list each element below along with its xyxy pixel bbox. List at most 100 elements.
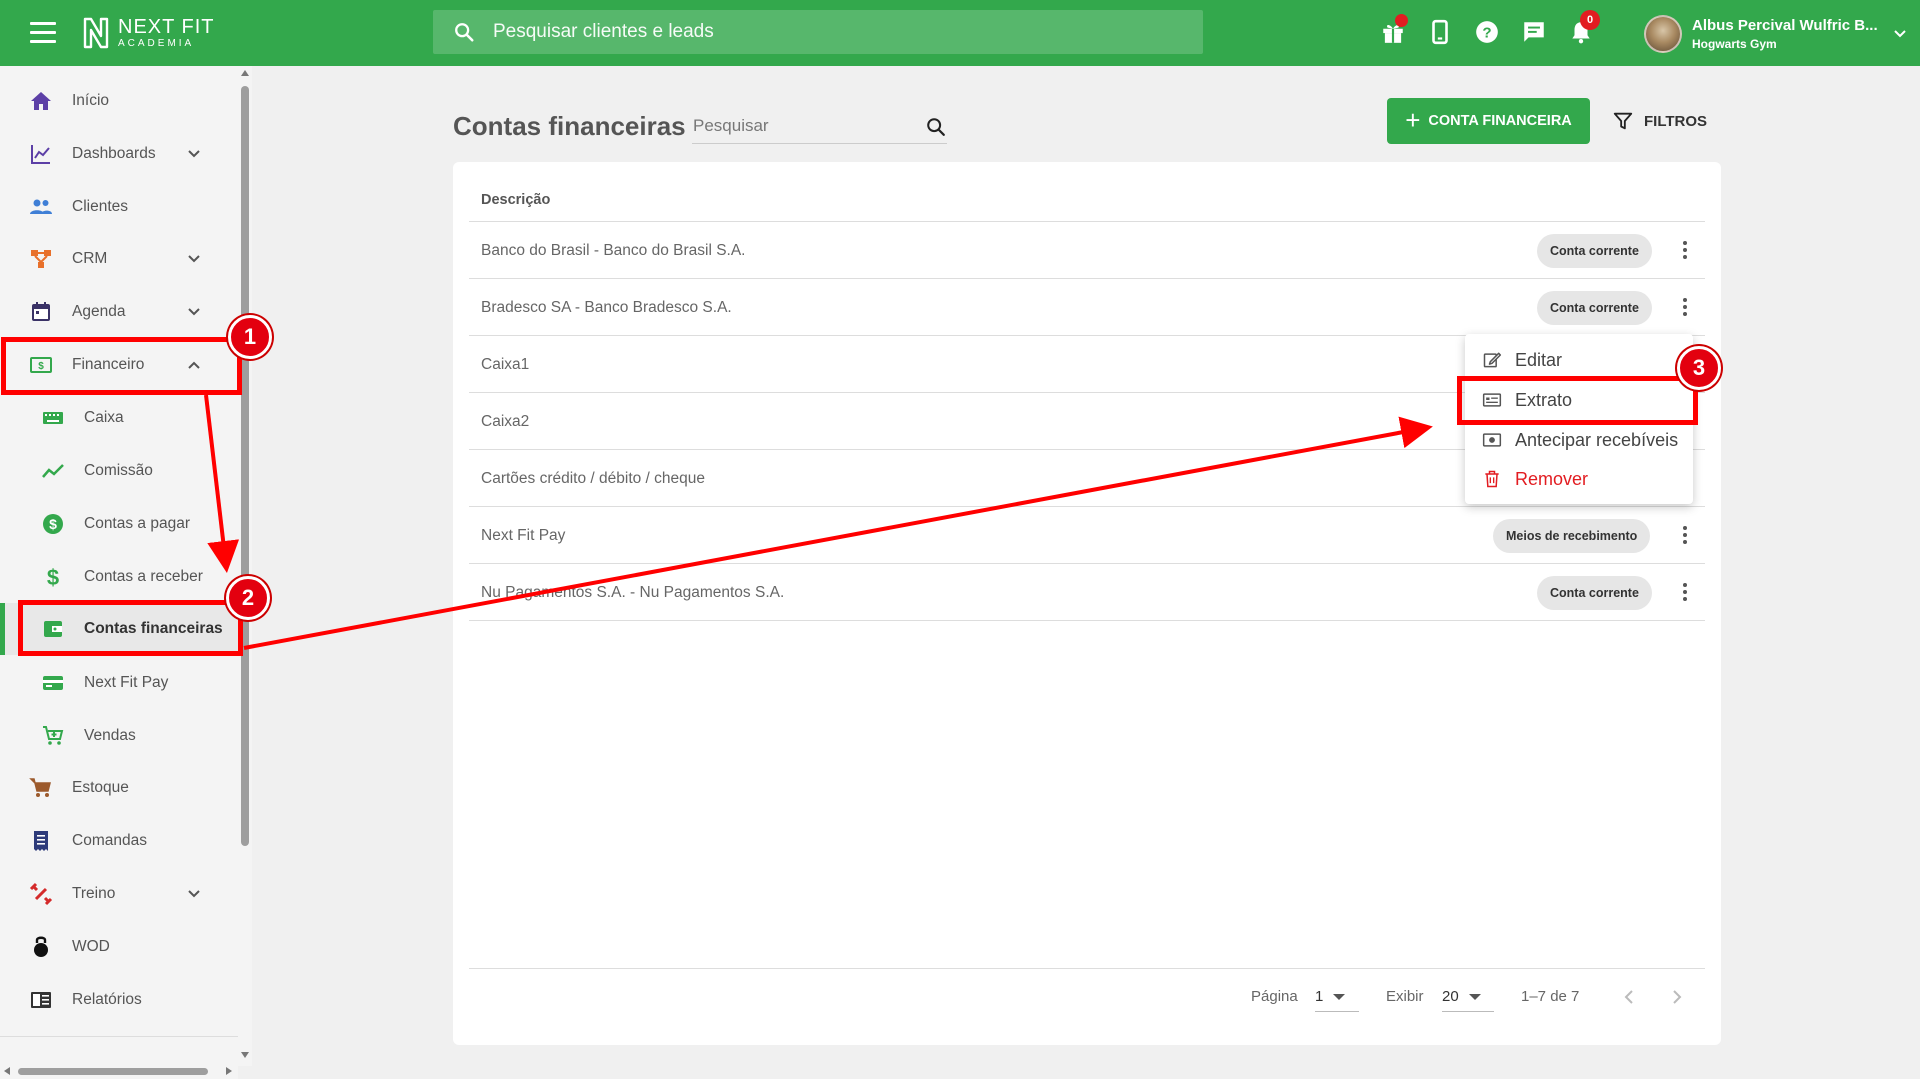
menu-icon[interactable]	[30, 22, 56, 44]
page-size-select[interactable]: 20	[1442, 982, 1494, 1012]
scroll-left-arrow-icon[interactable]	[4, 1067, 10, 1075]
sidebar-item-label: WOD	[72, 938, 110, 955]
top-bar: NEXT FIT ACADEMIA Pesquisar clientes e l…	[0, 0, 1920, 66]
chevron-down-icon	[188, 150, 200, 158]
sidebar-item-treino[interactable]: Treino	[0, 868, 238, 920]
more-vert-icon[interactable]	[1673, 580, 1697, 604]
menu-item-editar[interactable]: Editar	[1465, 341, 1693, 379]
sidebar-item-label: Relatórios	[72, 991, 142, 1008]
sidebar-item-label: Agenda	[72, 303, 126, 320]
help-icon: ?	[1476, 21, 1498, 43]
more-vert-icon[interactable]	[1673, 523, 1697, 547]
sidebar-item-wod[interactable]: WOD	[0, 921, 238, 973]
scroll-thumb[interactable]	[18, 1068, 208, 1075]
sidebar-item-contas-a-pagar[interactable]: $ Contas a pagar	[0, 498, 238, 550]
report-icon	[28, 987, 54, 1013]
menu-item-remover[interactable]: Remover	[1465, 460, 1693, 498]
cash-icon	[1482, 433, 1502, 447]
keyboard-icon	[40, 405, 66, 431]
row-description: Nu Pagamentos S.A. - Nu Pagamentos S.A.	[481, 584, 785, 601]
filter-icon	[1613, 112, 1633, 130]
sidebar-item-crm[interactable]: CRM	[0, 233, 238, 285]
sidebar-item-vendas[interactable]: Vendas	[0, 710, 238, 762]
page-size-value: 20	[1442, 988, 1459, 1005]
sidebar-item-label: CRM	[72, 250, 108, 267]
add-financial-account-button[interactable]: + CONTA FINANCEIRA	[1387, 98, 1590, 144]
filters-button[interactable]: FILTROS	[1612, 104, 1707, 138]
sidebar-item-dashboards[interactable]: Dashboards	[0, 128, 238, 180]
user-menu[interactable]: Albus Percival Wulfric B... Hogwarts Gym	[1644, 14, 1908, 54]
menu-item-label: Antecipar recebíveis	[1515, 429, 1679, 450]
sidebar-item-label: Contas a receber	[84, 568, 203, 585]
sidebar: Início Dashboards Clientes CRM Agenda $ …	[0, 66, 238, 1079]
row-description: Banco do Brasil - Banco do Brasil S.A.	[481, 242, 746, 259]
logo[interactable]: NEXT FIT ACADEMIA	[82, 16, 215, 50]
notifications-button[interactable]: 0	[1566, 10, 1600, 50]
scroll-right-arrow-icon[interactable]	[226, 1067, 232, 1075]
logo-subtitle: ACADEMIA	[118, 38, 195, 49]
sidebar-item-comandas[interactable]: Comandas	[0, 815, 238, 867]
receipt-icon	[28, 828, 54, 854]
chevron-right-icon[interactable]	[1666, 986, 1688, 1008]
annotation-box-extrato	[1457, 376, 1698, 425]
sidebar-item-next-fit-pay[interactable]: Next Fit Pay	[0, 657, 238, 709]
chat-button[interactable]	[1519, 14, 1549, 50]
table-row[interactable]: Banco do Brasil - Banco do Brasil S.A. C…	[469, 222, 1705, 279]
sidebar-item-label: Comandas	[72, 832, 147, 849]
global-search-input[interactable]: Pesquisar clientes e leads	[433, 10, 1203, 54]
table-row[interactable]: Bradesco SA - Banco Bradesco S.A. Conta …	[469, 279, 1705, 336]
table-row[interactable]: Next Fit Pay Meios de recebimento	[469, 507, 1705, 564]
chevron-down-icon	[188, 308, 200, 316]
annotation-box-financeiro	[1, 337, 242, 395]
svg-text:$: $	[47, 565, 59, 589]
global-search-placeholder: Pesquisar clientes e leads	[493, 21, 714, 42]
sidebar-item-relatorios[interactable]: Relatórios	[0, 974, 238, 1026]
scroll-up-arrow-icon[interactable]	[241, 70, 249, 76]
sidebar-item-label: Início	[72, 92, 110, 109]
page-search-placeholder: Pesquisar	[693, 115, 769, 135]
dropdown-arrow-icon	[1468, 993, 1481, 1000]
search-icon	[455, 23, 474, 42]
sidebar-item-inicio[interactable]: Início	[0, 75, 238, 127]
table-row[interactable]: Nu Pagamentos S.A. - Nu Pagamentos S.A. …	[469, 564, 1705, 621]
scroll-down-arrow-icon[interactable]	[241, 1052, 249, 1058]
page-select[interactable]: 1	[1315, 982, 1359, 1012]
sidebar-item-clientes[interactable]: Clientes	[0, 181, 238, 233]
filters-label: FILTROS	[1644, 112, 1708, 130]
scroll-thumb[interactable]	[241, 86, 249, 846]
sidebar-item-label: Caixa	[84, 409, 124, 426]
calendar-icon	[28, 299, 54, 325]
trash-icon	[1485, 470, 1499, 488]
sidebar-item-estoque[interactable]: Estoque	[0, 762, 238, 814]
row-description: Next Fit Pay	[481, 527, 566, 544]
chevron-left-icon[interactable]	[1618, 986, 1640, 1008]
user-name: Albus Percival Wulfric B...	[1692, 17, 1878, 34]
trend-icon	[40, 458, 66, 484]
sidebar-item-label: Dashboards	[72, 145, 156, 162]
sidebar-item-caixa[interactable]: Caixa	[0, 392, 238, 444]
menu-item-antecipar-recebiveis[interactable]: Antecipar recebíveis	[1465, 421, 1693, 459]
phone-icon	[1432, 19, 1448, 45]
svg-text:?: ?	[1482, 24, 1491, 41]
sidebar-item-contas-a-receber[interactable]: $ Contas a receber	[0, 551, 238, 603]
help-button[interactable]: ?	[1472, 14, 1502, 50]
next-fit-logo-icon	[83, 17, 109, 49]
cart-plus-icon	[40, 723, 66, 749]
card-icon	[40, 670, 66, 696]
column-header-descricao[interactable]: Descrição	[481, 192, 550, 208]
app-button[interactable]	[1425, 14, 1455, 50]
sidebar-vertical-scrollbar[interactable]	[238, 66, 252, 1066]
more-vert-icon[interactable]	[1673, 295, 1697, 319]
sidebar-horizontal-scrollbar[interactable]	[0, 1064, 238, 1079]
search-icon[interactable]	[925, 116, 947, 138]
more-vert-icon[interactable]	[1673, 238, 1697, 262]
gift-button[interactable]	[1378, 14, 1408, 50]
sidebar-item-label: Comissão	[84, 462, 153, 479]
row-description: Caixa2	[481, 413, 530, 430]
sidebar-item-agenda[interactable]: Agenda	[0, 286, 238, 338]
sidebar-item-comissao[interactable]: Comissão	[0, 445, 238, 497]
home-icon	[28, 88, 54, 114]
page-search-input[interactable]: Pesquisar	[692, 108, 947, 144]
page-range: 1–7 de 7	[1521, 988, 1580, 1005]
account-type-chip: Conta corrente	[1537, 291, 1652, 325]
